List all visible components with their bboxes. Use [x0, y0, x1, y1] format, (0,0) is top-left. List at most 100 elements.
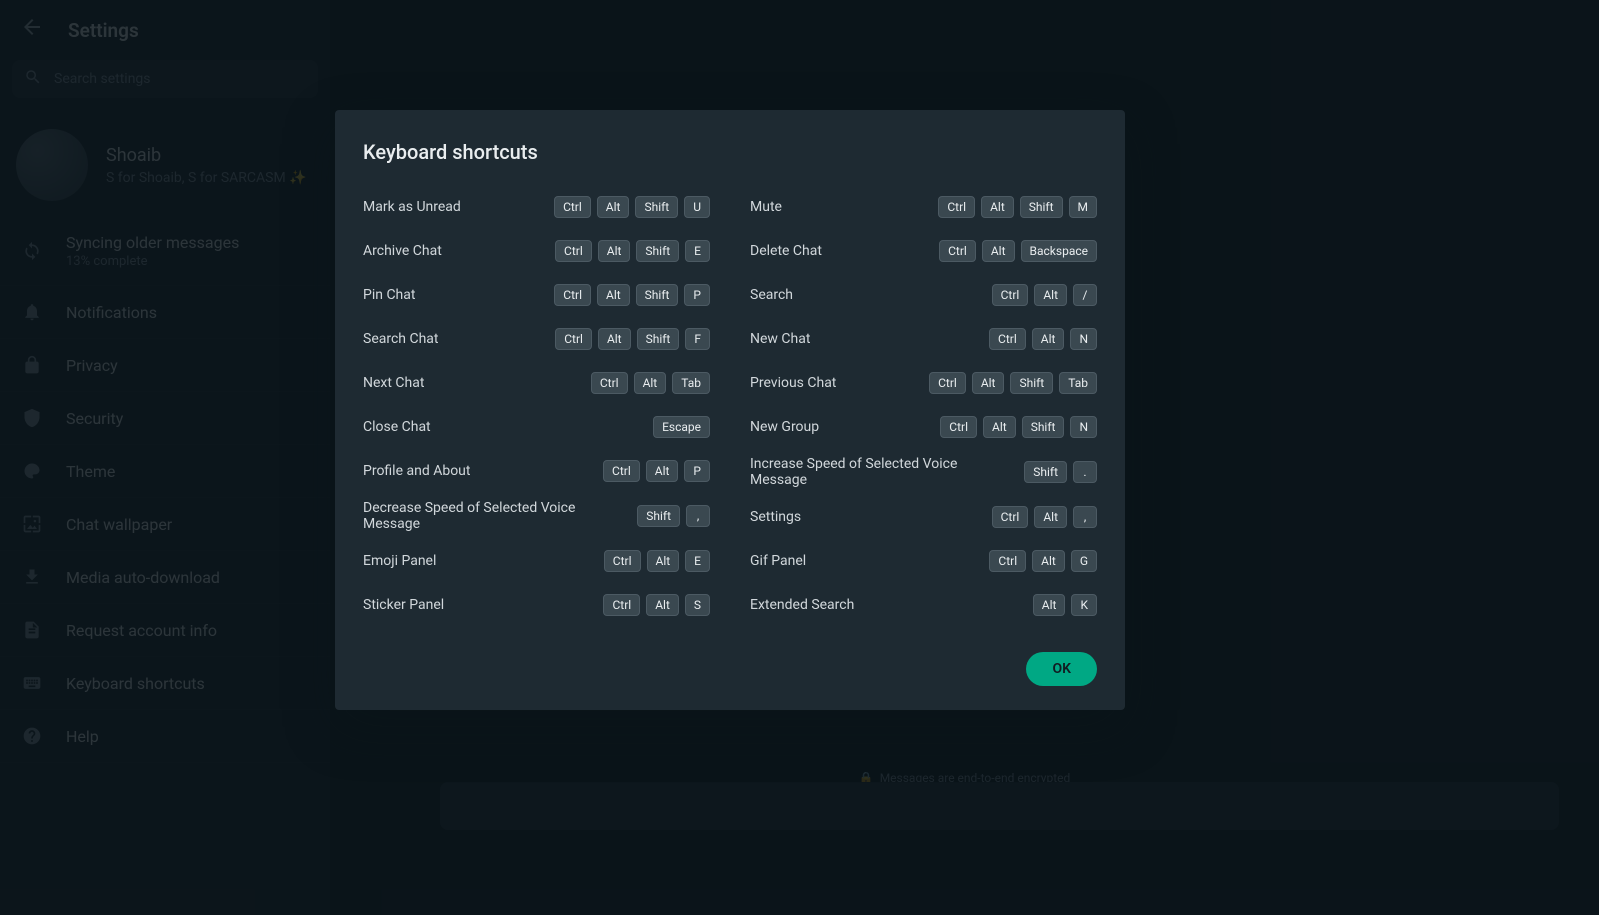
shortcut-keys: CtrlAlt,	[992, 506, 1097, 528]
shortcut-keys: Ctrl AltN	[989, 328, 1097, 350]
key: Alt	[1032, 328, 1065, 350]
key: Alt	[982, 240, 1015, 262]
shortcut-row: SettingsCtrlAlt,	[750, 502, 1097, 532]
shortcut-row: New Group CtrlAltShiftN	[750, 412, 1097, 442]
key: Ctrl	[555, 240, 592, 262]
shortcut-row: Pin ChatCtrlAltShiftP	[363, 280, 710, 310]
shortcut-keys: Ctrl AltE	[604, 550, 710, 572]
shortcut-label: Close Chat	[363, 419, 641, 435]
shortcut-row: Search Chat Ctrl Alt ShiftF	[363, 324, 710, 354]
shortcut-row: Increase Speed of Selected Voice Message…	[750, 456, 1097, 488]
shortcut-label: Search	[750, 287, 980, 303]
shortcut-label: Search Chat	[363, 331, 543, 347]
shortcut-label: Previous Chat	[750, 375, 917, 391]
shortcut-label: Emoji Panel	[363, 553, 592, 569]
key: N	[1070, 328, 1097, 350]
key: Alt	[1033, 594, 1066, 616]
shortcut-label: Mark as Unread	[363, 199, 542, 215]
shortcut-keys: Shift,	[637, 505, 710, 527]
shortcut-keys: Escape	[653, 416, 710, 438]
shortcut-label: New Chat	[750, 331, 977, 347]
key: Alt	[598, 328, 631, 350]
key: Alt	[981, 196, 1014, 218]
shortcut-label: Gif Panel	[750, 553, 977, 569]
key: M	[1069, 196, 1097, 218]
key: Ctrl	[989, 328, 1026, 350]
key: N	[1070, 416, 1097, 438]
shortcut-row: Decrease Speed of Selected Voice Message…	[363, 500, 710, 532]
key: G	[1071, 550, 1097, 572]
shortcut-row: Profile and About CtrlAltP	[363, 456, 710, 486]
shortcut-label: Pin Chat	[363, 287, 542, 303]
key: Tab	[672, 372, 710, 394]
key: Shift	[636, 284, 679, 306]
key: /	[1073, 284, 1097, 306]
key: Shift	[635, 196, 678, 218]
key: U	[684, 196, 710, 218]
shortcut-keys: Ctrl Alt ShiftF	[555, 328, 710, 350]
key: Alt	[1034, 506, 1067, 528]
modal-footer: OK	[363, 652, 1097, 686]
shortcut-keys: CtrlAltShiftP	[554, 284, 710, 306]
key: Alt	[646, 594, 679, 616]
key: Shift	[637, 328, 680, 350]
shortcut-label: Profile and About	[363, 463, 591, 479]
key: F	[685, 328, 710, 350]
shortcut-keys: Ctrl AltShift E	[555, 240, 710, 262]
shortcut-keys: CtrlAltBackspace	[939, 240, 1097, 262]
key: Ctrl	[938, 196, 975, 218]
key: Ctrl	[603, 460, 640, 482]
shortcut-keys: Ctrl Alt Shift M	[938, 196, 1097, 218]
key: Shift	[636, 240, 679, 262]
shortcut-row: Next ChatCtrlAltTab	[363, 368, 710, 398]
key: E	[685, 550, 710, 572]
shortcut-keys: CtrlAltShiftTab	[929, 372, 1097, 394]
key: P	[684, 284, 710, 306]
shortcut-row: Extended Search AltK	[750, 590, 1097, 620]
key: Alt	[598, 240, 631, 262]
key: Ctrl	[604, 550, 641, 572]
key: Ctrl	[992, 284, 1029, 306]
key: Ctrl	[929, 372, 966, 394]
shortcuts-col-left: Mark as UnreadCtrlAltShiftUArchive ChatC…	[363, 192, 710, 620]
key: K	[1071, 594, 1097, 616]
shortcut-keys: CtrlAltShiftU	[554, 196, 710, 218]
key: Ctrl	[989, 550, 1026, 572]
key: Ctrl	[555, 328, 592, 350]
shortcut-row: MuteCtrlAltShiftM	[750, 192, 1097, 222]
shortcut-label: Delete Chat	[750, 243, 927, 259]
key: Shift	[1020, 196, 1063, 218]
shortcut-row: Delete Chat CtrlAltBackspace	[750, 236, 1097, 266]
shortcut-label: Sticker Panel	[363, 597, 591, 613]
key: Alt	[972, 372, 1005, 394]
key: .	[1073, 461, 1097, 483]
key: Ctrl	[554, 196, 591, 218]
shortcut-keys: CtrlAlt /	[992, 284, 1097, 306]
shortcut-row: Mark as UnreadCtrlAltShiftU	[363, 192, 710, 222]
shortcut-keys: CtrlAltP	[603, 460, 710, 482]
key: ,	[686, 505, 710, 527]
key: Alt	[1034, 284, 1067, 306]
key: Escape	[653, 416, 710, 438]
shortcut-row: Emoji Panel Ctrl AltE	[363, 546, 710, 576]
shortcut-keys: CtrlAltShiftN	[940, 416, 1097, 438]
shortcut-row: Archive ChatCtrlAltShiftE	[363, 236, 710, 266]
shortcut-row: Search CtrlAlt /	[750, 280, 1097, 310]
shortcut-row: New Chat Ctrl AltN	[750, 324, 1097, 354]
key: P	[684, 460, 710, 482]
ok-button[interactable]: OK	[1026, 652, 1097, 686]
shortcut-keys: CtrlAltG	[989, 550, 1097, 572]
shortcut-row: Close Chat Escape	[363, 412, 710, 442]
key: Alt	[647, 550, 680, 572]
key: Ctrl	[603, 594, 640, 616]
shortcut-label: Extended Search	[750, 597, 1021, 613]
key: S	[685, 594, 710, 616]
key: Ctrl	[591, 372, 628, 394]
shortcut-label: New Group	[750, 419, 928, 435]
key: E	[685, 240, 710, 262]
key: Shift	[1010, 372, 1053, 394]
key: Ctrl	[940, 416, 977, 438]
key: Alt	[597, 284, 630, 306]
shortcut-keys: Ctrl Alt S	[603, 594, 710, 616]
shortcut-row: Previous ChatCtrlAltShiftTab	[750, 368, 1097, 398]
